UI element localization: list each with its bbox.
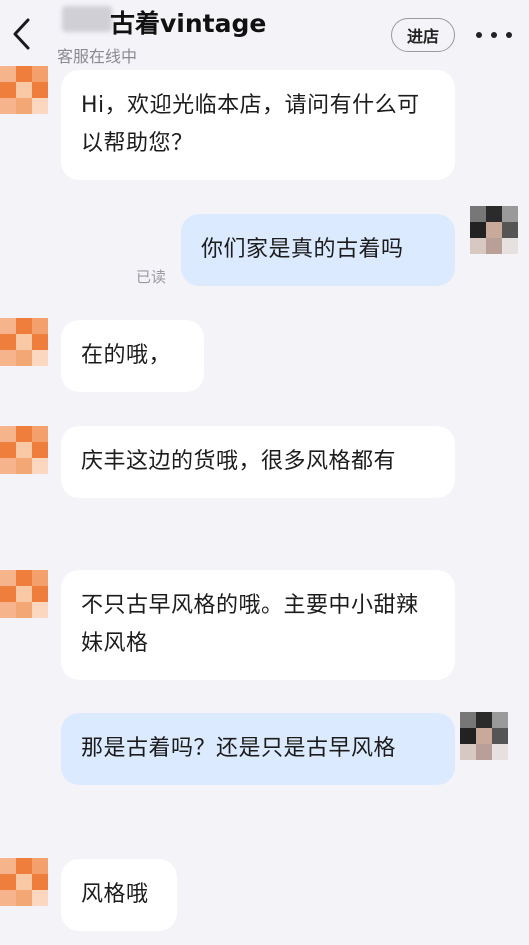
message-bubble-shop: 庆丰这边的货哦，很多风格都有 (61, 426, 455, 498)
service-status: 客服在线中 (57, 47, 138, 66)
chat-header: 古着vintage 客服在线中 进店 (0, 0, 529, 66)
more-horizontal-icon[interactable] (476, 28, 512, 42)
message-bubble-shop: Hi，欢迎光临本店，请问有什么可以帮助您？ (61, 70, 455, 180)
message-bubble-me: 那是古着吗？还是只是古早风格 (61, 713, 455, 785)
blurred-shop-name (62, 6, 112, 32)
shop-avatar[interactable] (0, 318, 48, 366)
message-bubble-shop: 不只古早风格的哦。主要中小甜辣妹风格 (61, 570, 455, 680)
enter-store-button[interactable]: 进店 (391, 18, 455, 52)
shop-avatar[interactable] (0, 570, 48, 618)
chevron-left-icon[interactable] (8, 14, 38, 54)
message-bubble-shop: 在的哦， (61, 320, 204, 392)
read-status: 已读 (136, 268, 167, 286)
shop-avatar[interactable] (0, 66, 48, 114)
shop-avatar[interactable] (0, 858, 48, 906)
user-avatar[interactable] (460, 712, 508, 760)
shop-avatar[interactable] (0, 426, 48, 474)
message-bubble-shop: 风格哦 (61, 859, 177, 931)
message-bubble-me: 你们家是真的古着吗 (181, 214, 455, 286)
chat-title: 古着vintage (110, 9, 267, 38)
user-avatar[interactable] (470, 206, 518, 254)
